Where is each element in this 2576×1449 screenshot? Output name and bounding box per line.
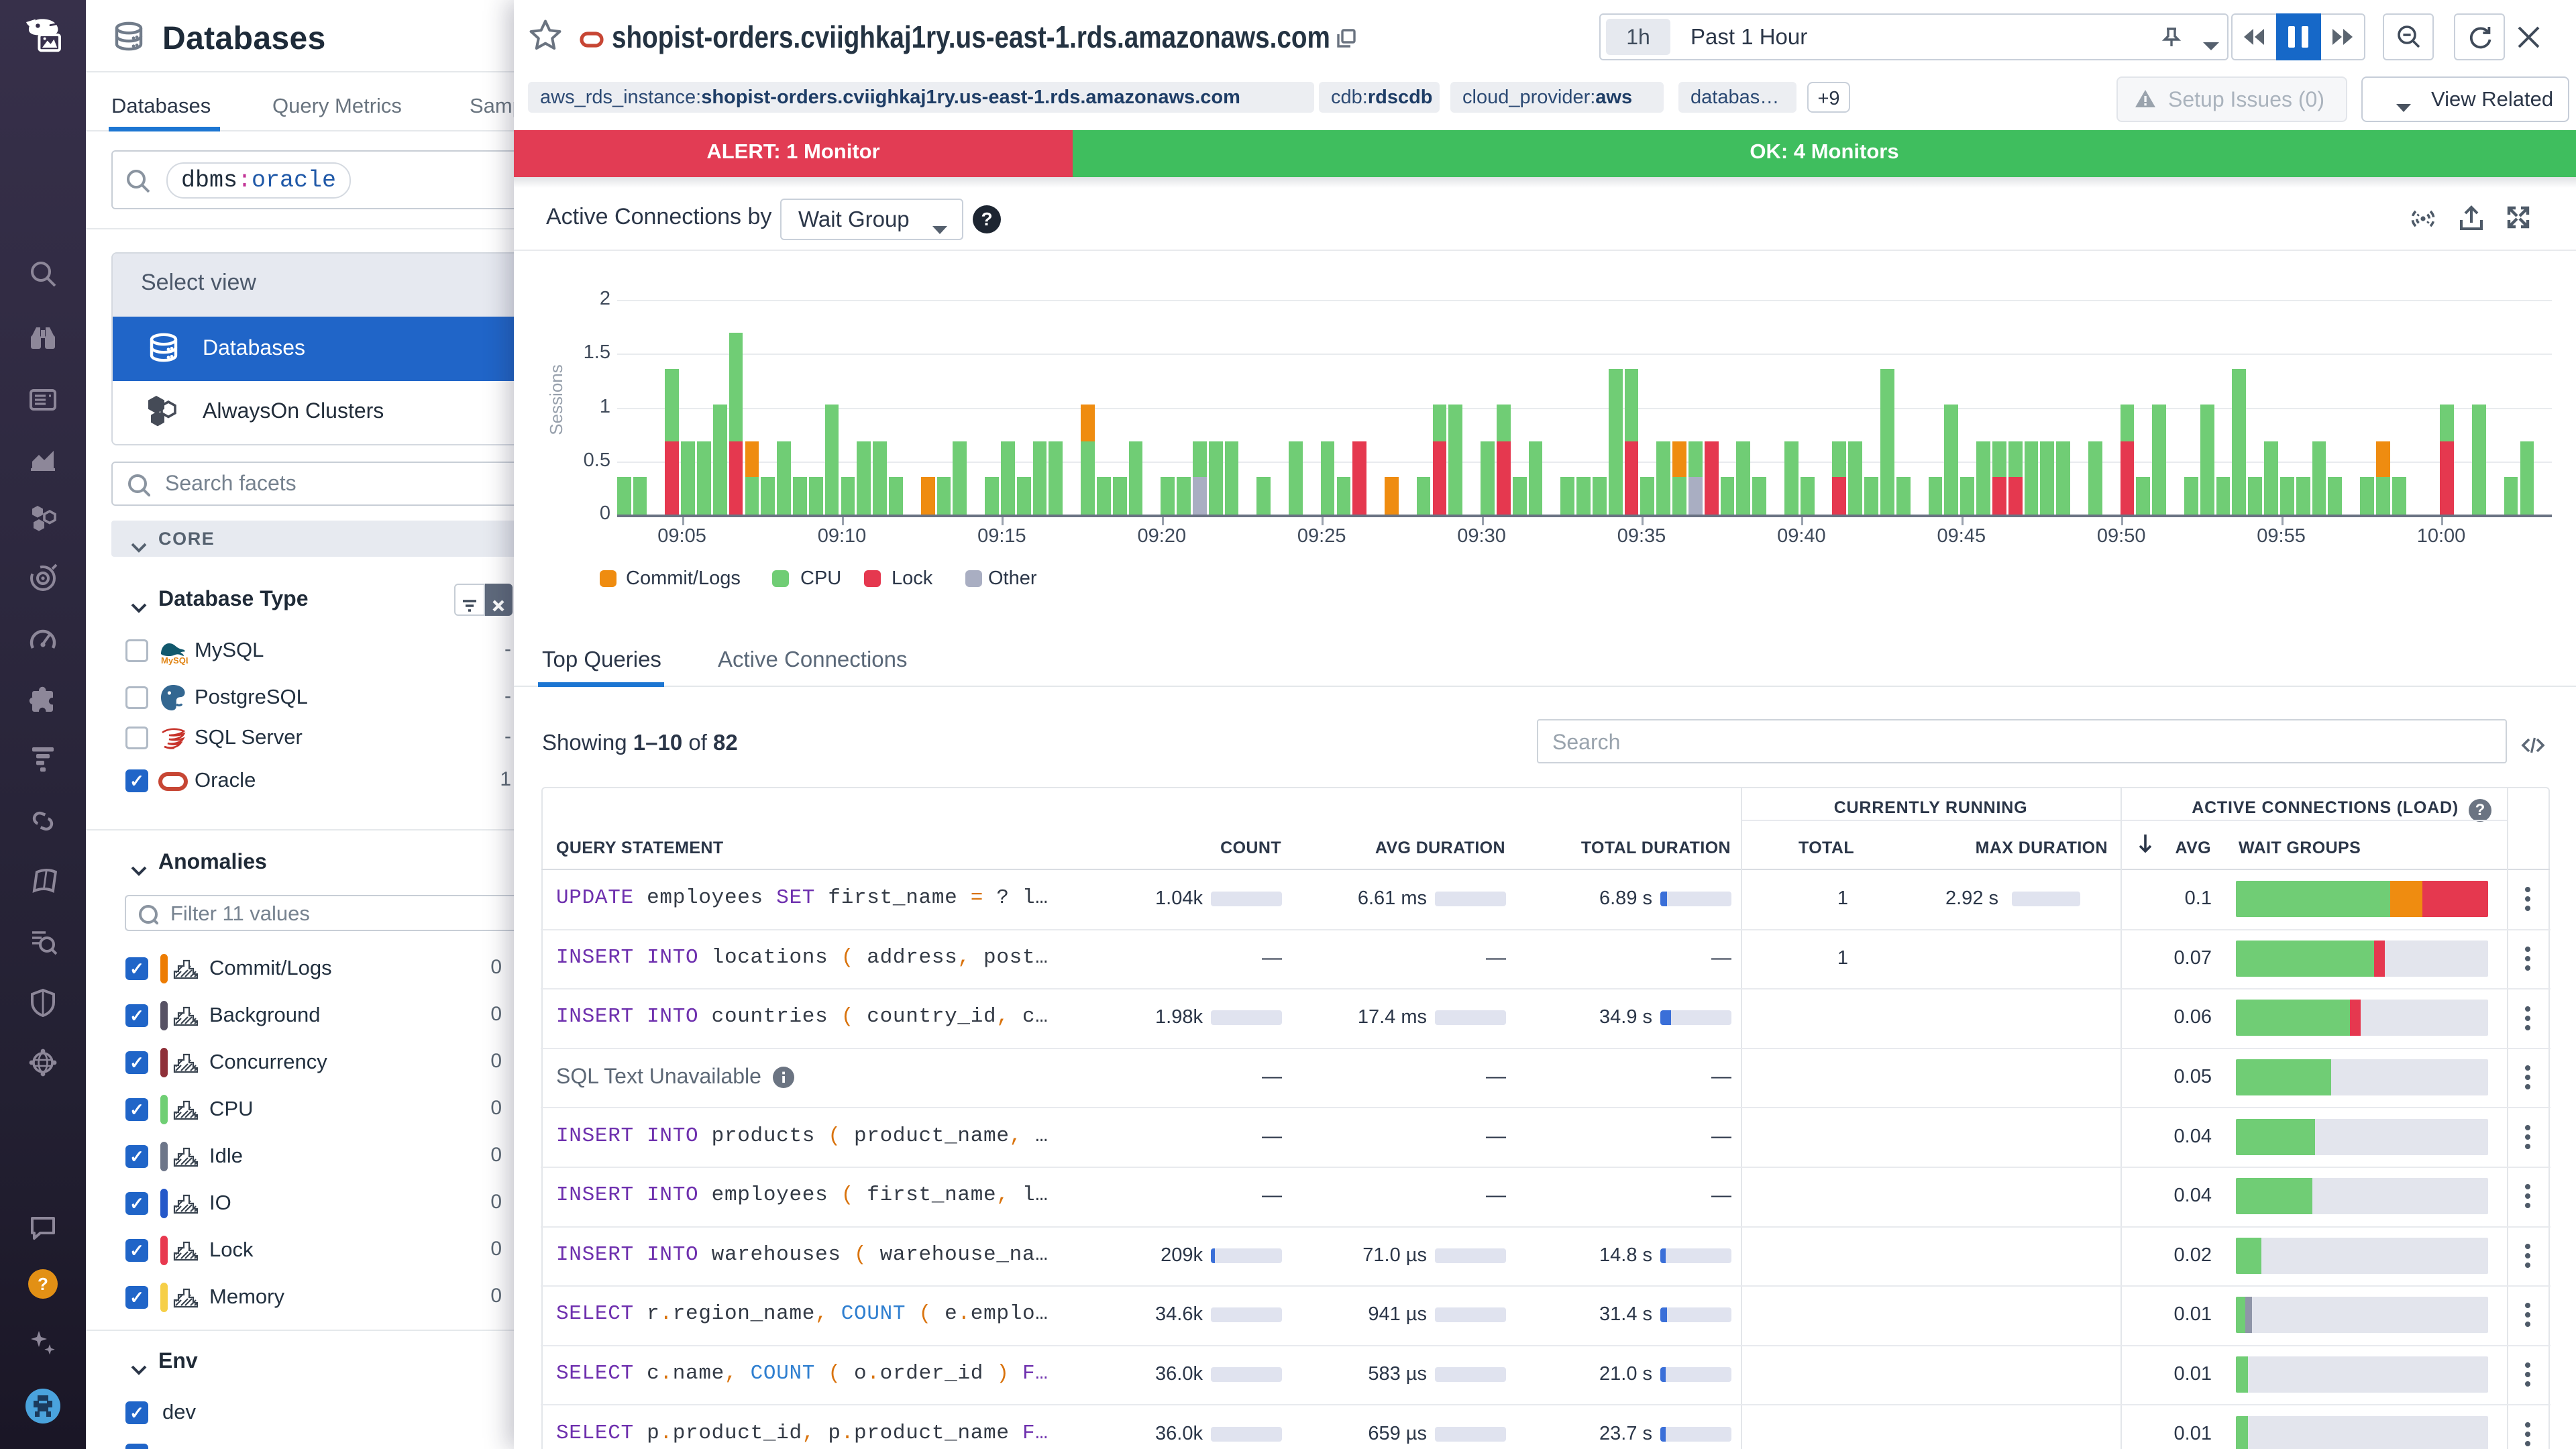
svg-text:?: ? [38,1274,48,1294]
svg-text:MySQL: MySQL [161,655,188,665]
